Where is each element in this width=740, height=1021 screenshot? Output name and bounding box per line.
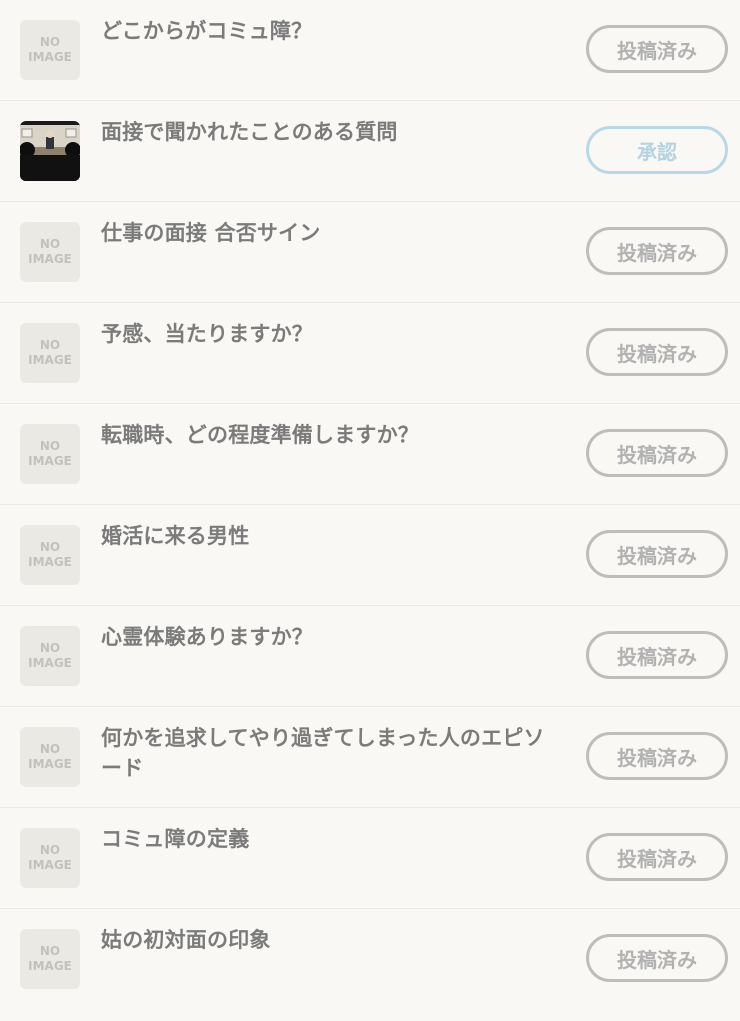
item-title[interactable]: 心霊体験ありますか？ [101,622,563,652]
item-title[interactable]: 仕事の面接 合否サイン [101,218,563,248]
posted-status-button[interactable]: 投稿済み [586,530,728,578]
placeholder-image: IMAGE [28,757,72,771]
item-title[interactable]: コミュ障の定義 [101,824,563,854]
no-image-thumbnail: NO IMAGE [20,626,80,686]
list-item[interactable]: NO IMAGE どこからがコミュ障？ 投稿済み [0,0,740,101]
item-title[interactable]: 姑の初対面の印象 [101,925,563,955]
posted-status-button[interactable]: 投稿済み [586,429,728,477]
placeholder-image: IMAGE [28,353,72,367]
no-image-thumbnail: NO IMAGE [20,929,80,989]
placeholder-image: IMAGE [28,656,72,670]
placeholder-no: NO [39,742,61,756]
placeholder-image: IMAGE [28,454,72,468]
placeholder-no: NO [39,338,61,352]
no-image-thumbnail: NO IMAGE [20,323,80,383]
list-item[interactable]: NO IMAGE 転職時、どの程度準備しますか？ 投稿済み [0,404,740,505]
placeholder-no: NO [39,540,61,554]
placeholder-no: NO [39,35,61,49]
approve-status-button[interactable]: 承認 [586,126,728,174]
placeholder-image: IMAGE [28,50,72,64]
placeholder-image: IMAGE [28,555,72,569]
posted-status-button[interactable]: 投稿済み [586,227,728,275]
item-title[interactable]: 何かを追求してやり過ぎてしまった人のエピソード [101,723,563,783]
item-title[interactable]: どこからがコミュ障？ [101,16,563,46]
interview-photo-thumbnail [20,121,80,181]
item-title[interactable]: 転職時、どの程度準備しますか？ [101,420,563,450]
list-item[interactable]: NO IMAGE コミュ障の定義 投稿済み [0,808,740,909]
interview-photo-icon [20,121,80,181]
no-image-thumbnail: NO IMAGE [20,727,80,787]
list-item[interactable]: NO IMAGE 何かを追求してやり過ぎてしまった人のエピソード 投稿済み [0,707,740,808]
list-item[interactable]: NO IMAGE 心霊体験ありますか？ 投稿済み [0,606,740,707]
list-item[interactable]: NO IMAGE 婚活に来る男性 投稿済み [0,505,740,606]
list-item[interactable]: 面接で聞かれたことのある質問 承認 [0,101,740,202]
post-list: NO IMAGE どこからがコミュ障？ 投稿済み 面接で聞かれたことのある質問 … [0,0,740,1010]
placeholder-image: IMAGE [28,959,72,973]
no-image-thumbnail: NO IMAGE [20,828,80,888]
posted-status-button[interactable]: 投稿済み [586,631,728,679]
list-item[interactable]: NO IMAGE 姑の初対面の印象 投稿済み [0,909,740,1010]
placeholder-no: NO [39,439,61,453]
placeholder-no: NO [39,641,61,655]
posted-status-button[interactable]: 投稿済み [586,934,728,982]
placeholder-image: IMAGE [28,252,72,266]
posted-status-button[interactable]: 投稿済み [586,833,728,881]
no-image-thumbnail: NO IMAGE [20,222,80,282]
no-image-thumbnail: NO IMAGE [20,525,80,585]
posted-status-button[interactable]: 投稿済み [586,328,728,376]
item-title[interactable]: 面接で聞かれたことのある質問 [101,117,563,147]
placeholder-image: IMAGE [28,858,72,872]
no-image-thumbnail: NO IMAGE [20,20,80,80]
posted-status-button[interactable]: 投稿済み [586,732,728,780]
item-title[interactable]: 予感、当たりますか？ [101,319,563,349]
no-image-thumbnail: NO IMAGE [20,424,80,484]
list-item[interactable]: NO IMAGE 仕事の面接 合否サイン 投稿済み [0,202,740,303]
placeholder-no: NO [39,944,61,958]
item-title[interactable]: 婚活に来る男性 [101,521,563,551]
placeholder-no: NO [39,237,61,251]
posted-status-button[interactable]: 投稿済み [586,25,728,73]
list-item[interactable]: NO IMAGE 予感、当たりますか？ 投稿済み [0,303,740,404]
placeholder-no: NO [39,843,61,857]
